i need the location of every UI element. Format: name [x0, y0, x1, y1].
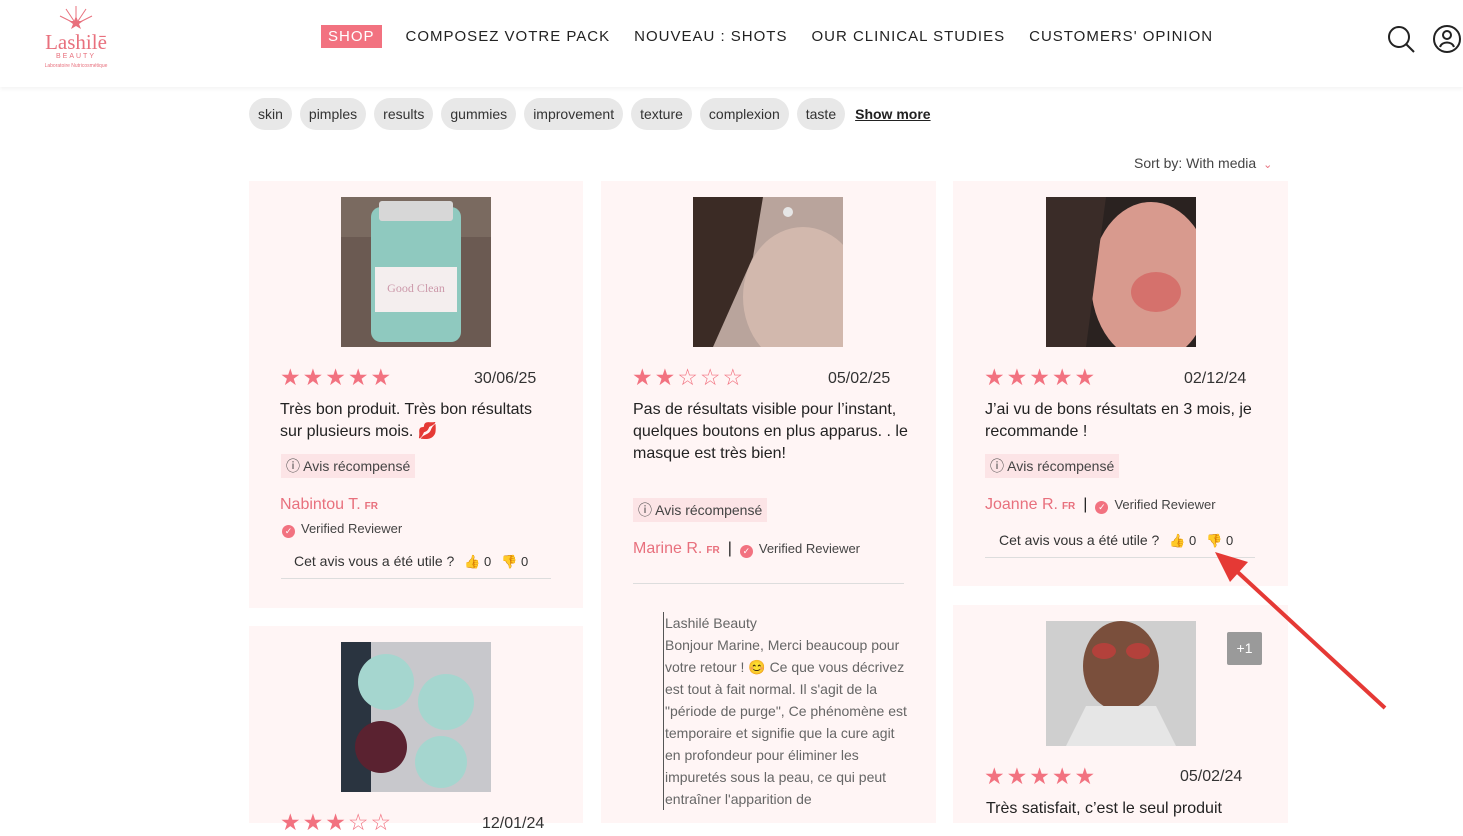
country-code: FR: [1061, 501, 1076, 512]
verified-reviewer: ✓ Verified Reviewer: [1095, 497, 1216, 514]
review-date: 30/06/25: [474, 370, 537, 387]
show-more-link[interactable]: Show more: [855, 106, 930, 122]
brand-reply: Lashilé Beauty Bonjour Marine, Merci bea…: [663, 612, 908, 810]
tag-chip[interactable]: improvement: [524, 98, 624, 130]
tag-chip[interactable]: results: [374, 98, 434, 130]
review-tags: skin pimples results gummies improvement…: [249, 98, 931, 130]
info-icon: ⓘ: [638, 502, 652, 518]
sort-label: Sort by:: [1134, 155, 1183, 171]
reviewer-name[interactable]: Marine R. FR: [633, 540, 720, 557]
helpful-question: Cet avis vous a été utile ?: [999, 532, 1160, 548]
rating-stars: ★★☆☆☆: [632, 364, 746, 390]
review-card: ★★★★★ 02/12/24 J’ai vu de bons résultats…: [953, 181, 1288, 586]
info-icon: ⓘ: [286, 458, 300, 474]
review-photo[interactable]: [693, 197, 843, 347]
check-icon: ✓: [282, 525, 295, 538]
up-count: 0: [1189, 533, 1197, 548]
search-icon[interactable]: [1386, 24, 1416, 54]
review-text: J’ai vu de bons résultats en 3 mois, je …: [985, 401, 1252, 440]
info-icon: ⓘ: [990, 458, 1004, 474]
sort-dropdown[interactable]: Sort by: With media ⌄: [1134, 155, 1272, 171]
badge-label: Avis récompensé: [1007, 458, 1115, 474]
helpful-question: Cet avis vous a été utile ?: [294, 553, 455, 569]
sort-value: With media: [1186, 155, 1257, 171]
rating-stars: ★★★★★: [984, 763, 1098, 789]
review-photo[interactable]: Good Clean: [341, 197, 491, 347]
reviewer-name[interactable]: Nabintou T. FR: [280, 496, 378, 514]
reply-author: Lashilé Beauty: [665, 615, 757, 631]
badge-label: Avis récompensé: [655, 502, 763, 518]
separator: |: [727, 540, 732, 557]
verified-label: Verified Reviewer: [301, 521, 403, 536]
tag-chip[interactable]: pimples: [299, 98, 367, 130]
author-name: Joanne R.: [985, 496, 1058, 513]
badge-label: Avis récompensé: [303, 458, 411, 474]
review-card: Good Clean ★★★★★ 30/06/25 Très bon produ…: [249, 181, 583, 608]
review-date: 02/12/24: [1184, 370, 1247, 387]
rating-stars: ★★★★★: [280, 364, 394, 390]
reviewer-name[interactable]: Joanne R. FR: [985, 496, 1075, 513]
down-count: 0: [520, 554, 529, 569]
verified-label: Verified Reviewer: [758, 541, 861, 556]
reward-badge: ⓘ Avis récompensé: [985, 454, 1120, 478]
country-code: FR: [706, 545, 720, 556]
logo-wordmark: Lashilē: [45, 30, 107, 54]
tag-chip[interactable]: gummies: [441, 98, 517, 130]
sun-logo-icon: [59, 6, 93, 29]
review-photo[interactable]: [1046, 621, 1196, 746]
site-header: Lashilē BEAUTY Laboratoire Nutricosmétiq…: [0, 0, 1463, 87]
review-text: Très satisfait, c’est le seul produit: [986, 800, 1222, 817]
review-text: Pas de résultats visible pour l’instant,…: [633, 401, 908, 462]
review-date: 05/02/25: [828, 370, 891, 387]
nav-customers-opinion[interactable]: CUSTOMERS' OPINION: [1029, 28, 1213, 45]
tag-chip[interactable]: complexion: [699, 98, 789, 130]
account-icon[interactable]: [1432, 24, 1462, 54]
nav-compose-pack[interactable]: COMPOSEZ VOTRE PACK: [406, 28, 611, 45]
review-text: Très bon produit. Très bon résultats sur…: [280, 401, 532, 440]
verified-reviewer: ✓ Verified Reviewer: [282, 521, 402, 538]
thumbs-up-button[interactable]: 👍 0: [464, 554, 491, 570]
review-photo[interactable]: [341, 642, 491, 792]
verified-reviewer: ✓ Verified Reviewer: [739, 541, 861, 558]
separator: |: [1083, 496, 1088, 513]
chevron-down-icon: ⌄: [1263, 159, 1273, 171]
logo-tagline: Laboratoire Nutricosmétique: [44, 63, 108, 69]
review-card: ★★★☆☆ 12/01/24: [249, 626, 583, 835]
main-nav: SHOP COMPOSEZ VOTRE PACK NOUVEAU : SHOTS…: [321, 25, 1237, 48]
review-photo[interactable]: [1046, 197, 1196, 347]
tag-chip[interactable]: taste: [796, 98, 846, 130]
divider: [633, 583, 904, 584]
thumbs-down-button[interactable]: 👎 0: [501, 554, 528, 570]
check-icon: ✓: [739, 545, 753, 558]
reviewer-line: Marine R. FR | ✓ Verified Reviewer: [633, 540, 860, 558]
svg-text:Good Clean: Good Clean: [387, 281, 445, 295]
nav-clinical-studies[interactable]: OUR CLINICAL STUDIES: [811, 28, 1005, 45]
thumbs-up-button[interactable]: 👍 0: [1169, 533, 1196, 549]
author-name: Nabintou T.: [280, 496, 361, 513]
verified-label: Verified Reviewer: [1114, 497, 1216, 512]
reply-text: Bonjour Marine, Merci beaucoup pour votr…: [665, 637, 907, 807]
annotation-arrow-icon: [1215, 552, 1387, 710]
tag-chip[interactable]: skin: [249, 98, 292, 130]
rating-stars: ★★★★★: [984, 364, 1098, 390]
reward-badge: ⓘ Avis récompensé: [633, 498, 768, 522]
reward-badge: ⓘ Avis récompensé: [281, 454, 416, 478]
reviewer-line: Joanne R. FR | ✓ Verified Reviewer: [985, 496, 1216, 514]
helpful-row: Cet avis vous a été utile ? 👍 0 👎 0: [281, 551, 551, 579]
brand-logo[interactable]: Lashilē BEAUTY Laboratoire Nutricosmétiq…: [36, 2, 116, 82]
nav-shop[interactable]: SHOP: [321, 25, 382, 48]
nav-shots[interactable]: NOUVEAU : SHOTS: [634, 28, 787, 45]
up-count: 0: [484, 554, 492, 569]
check-icon: ✓: [1095, 501, 1109, 514]
author-name: Marine R.: [633, 540, 703, 557]
review-date: 12/01/24: [482, 815, 545, 832]
review-date: 05/02/24: [1180, 768, 1243, 785]
tag-chip[interactable]: texture: [631, 98, 692, 130]
country-code: FR: [364, 501, 378, 512]
